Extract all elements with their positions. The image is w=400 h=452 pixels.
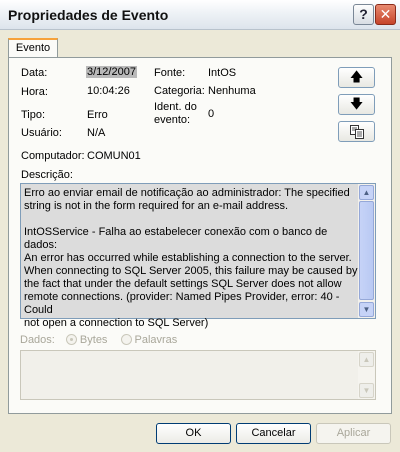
scroll-thumb[interactable] [359,201,374,300]
radio-bytes[interactable]: Bytes [65,334,108,346]
next-event-button[interactable]: 🡇 [338,94,375,115]
aplicar-button: Aplicar [316,423,391,444]
fonte-value: IntOS [208,67,237,79]
radio-palavras[interactable]: Palavras [120,334,178,346]
copy-icon [349,125,364,139]
scroll-up-icon: ▲ [362,188,371,197]
ident-label-line2: evento: [154,114,191,126]
copy-button[interactable] [338,121,375,142]
data-scroll-up-icon: ▲ [359,352,374,367]
radio-palavras-icon [120,334,132,345]
radio-palavras-label: Palavras [134,334,178,346]
help-button[interactable]: ? [353,4,374,25]
scroll-down-icon: ▼ [362,305,371,314]
radio-bytes-label: Bytes [79,334,108,346]
window-title: Propriedades de Evento [8,7,169,23]
close-icon: ✕ [379,6,392,22]
tipo-value: Erro [87,109,108,121]
computador-label: Computador: [21,150,85,162]
arrow-down-icon: 🡇 [349,96,364,111]
categoria-label: Categoria: [154,85,205,97]
description-scrollbar[interactable]: ▲ ▼ [358,184,375,318]
data-textbox: ▲ ▼ [20,350,376,400]
description-text: Erro ao enviar email de notificação ao a… [24,187,358,329]
ok-button[interactable]: OK [156,423,231,444]
tab-evento[interactable]: Evento [8,38,58,58]
tipo-label: Tipo: [21,109,46,121]
hora-value: 10:04:26 [87,85,130,97]
help-icon: ? [359,6,368,22]
data-scrollbar: ▲ ▼ [358,351,375,399]
ident-value: 0 [208,108,215,120]
computador-value: COMUN01 [87,150,141,162]
categoria-value: Nenhuma [208,85,256,97]
usuario-label: Usuário: [21,127,62,139]
hora-label: Hora: [21,86,48,98]
data-label: Data: [21,67,48,79]
usuario-value: N/A [87,127,106,139]
arrow-up-icon: 🡅 [349,69,364,84]
previous-event-button[interactable]: 🡅 [338,67,375,88]
dados-row: Dados: Bytes Palavras [20,334,177,346]
scroll-up-button[interactable]: ▲ [359,185,374,200]
close-button[interactable]: ✕ [375,4,396,25]
radio-bytes-icon [65,334,77,345]
description-textbox[interactable]: Erro ao enviar email de notificação ao a… [20,183,376,329]
descricao-label: Descrição: [21,169,73,181]
cancelar-button[interactable]: Cancelar [236,423,311,444]
data-scroll-down-icon: ▼ [359,383,374,398]
data-value: 3/12/2007 [86,66,137,78]
ident-label-line1: Ident. do [154,101,197,113]
fonte-label: Fonte: [154,67,186,79]
title-bar: Propriedades de Evento ? ✕ [0,0,400,30]
dados-label: Dados: [20,334,55,346]
scroll-down-button[interactable]: ▼ [359,302,374,317]
